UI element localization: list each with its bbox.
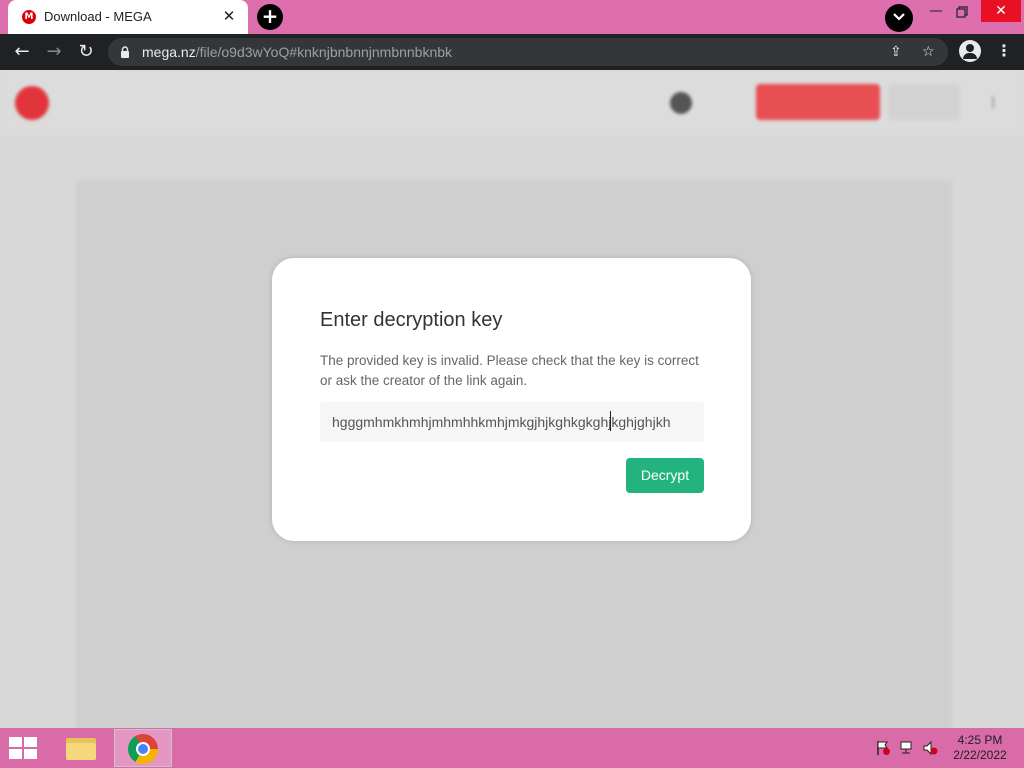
volume-muted-icon[interactable]	[922, 740, 938, 756]
decryption-key-value: hgggmhmkhmhjmhmhhkmhjmkgjhjkghkgkghjkghj…	[332, 414, 671, 430]
lock-icon[interactable]	[120, 46, 130, 58]
theme-toggle-icon[interactable]	[670, 92, 692, 114]
profile-icon[interactable]	[959, 40, 981, 62]
taskbar: 4:25 PM 2/22/2022	[0, 728, 1024, 768]
clock-time: 4:25 PM	[957, 733, 1003, 747]
mega-header: ⋮	[0, 70, 1024, 136]
network-icon[interactable]	[899, 740, 915, 756]
restore-icon	[956, 6, 968, 18]
file-explorer-icon[interactable]	[62, 730, 100, 766]
restore-button[interactable]	[952, 2, 972, 22]
create-account-button[interactable]	[756, 84, 880, 120]
mega-favicon-icon: M	[22, 10, 36, 24]
dialog-title: Enter decryption key	[320, 309, 503, 331]
action-center-flag-icon[interactable]	[875, 740, 891, 756]
page-menu-icon[interactable]: ⋮	[986, 94, 1000, 112]
url-path: /file/o9d3wYoQ#knknjbnbnnjnmbnnbknbk	[195, 44, 453, 60]
mega-logo[interactable]	[15, 86, 49, 120]
bookmark-star-icon[interactable]: ☆	[922, 44, 935, 60]
login-button[interactable]	[888, 84, 960, 120]
new-tab-button[interactable]: +	[257, 4, 283, 30]
chrome-taskbar-button[interactable]	[114, 729, 172, 767]
tab-title: Download - MEGA	[44, 9, 152, 24]
forward-button[interactable]: →	[42, 40, 66, 64]
clock-date: 2/22/2022	[953, 748, 1007, 762]
close-tab-icon[interactable]: ✕	[220, 7, 238, 25]
browser-toolbar: ← → ↻ mega.nz/file/o9d3wYoQ#knknjbnbnnjn…	[0, 34, 1024, 70]
url-host: mega.nz	[142, 44, 196, 60]
decrypt-button[interactable]: Decrypt	[626, 458, 704, 493]
minimize-button[interactable]: —	[926, 2, 946, 22]
address-bar[interactable]: mega.nz/file/o9d3wYoQ#knknjbnbnnjnmbnnbk…	[108, 38, 948, 66]
decryption-key-input[interactable]: hgggmhmkhmhjmhmhhkmhjmkgjhjkghkgkghjkghj…	[320, 402, 704, 442]
chrome-icon	[128, 734, 158, 764]
windows-start-icon[interactable]	[9, 737, 39, 761]
close-window-button[interactable]: ✕	[981, 0, 1021, 22]
reload-button[interactable]: ↻	[74, 40, 98, 64]
system-clock[interactable]: 4:25 PM 2/22/2022	[948, 733, 1012, 763]
text-caret	[610, 411, 611, 431]
decryption-key-dialog: Enter decryption key The provided key is…	[272, 258, 751, 541]
browser-menu-icon[interactable]: ⋮	[996, 42, 1012, 60]
share-icon[interactable]: ⇪	[890, 44, 902, 60]
tab-strip: M Download - MEGA ✕ + — ✕	[0, 0, 1024, 34]
tab-search-button[interactable]	[885, 4, 913, 32]
url-text: mega.nz/file/o9d3wYoQ#knknjbnbnnjnmbnnbk…	[142, 44, 452, 60]
tab-download-mega[interactable]: M Download - MEGA ✕	[8, 0, 248, 34]
chevron-down-icon	[893, 13, 905, 21]
dialog-message: The provided key is invalid. Please chec…	[320, 353, 699, 388]
back-button[interactable]: ←	[10, 40, 34, 64]
